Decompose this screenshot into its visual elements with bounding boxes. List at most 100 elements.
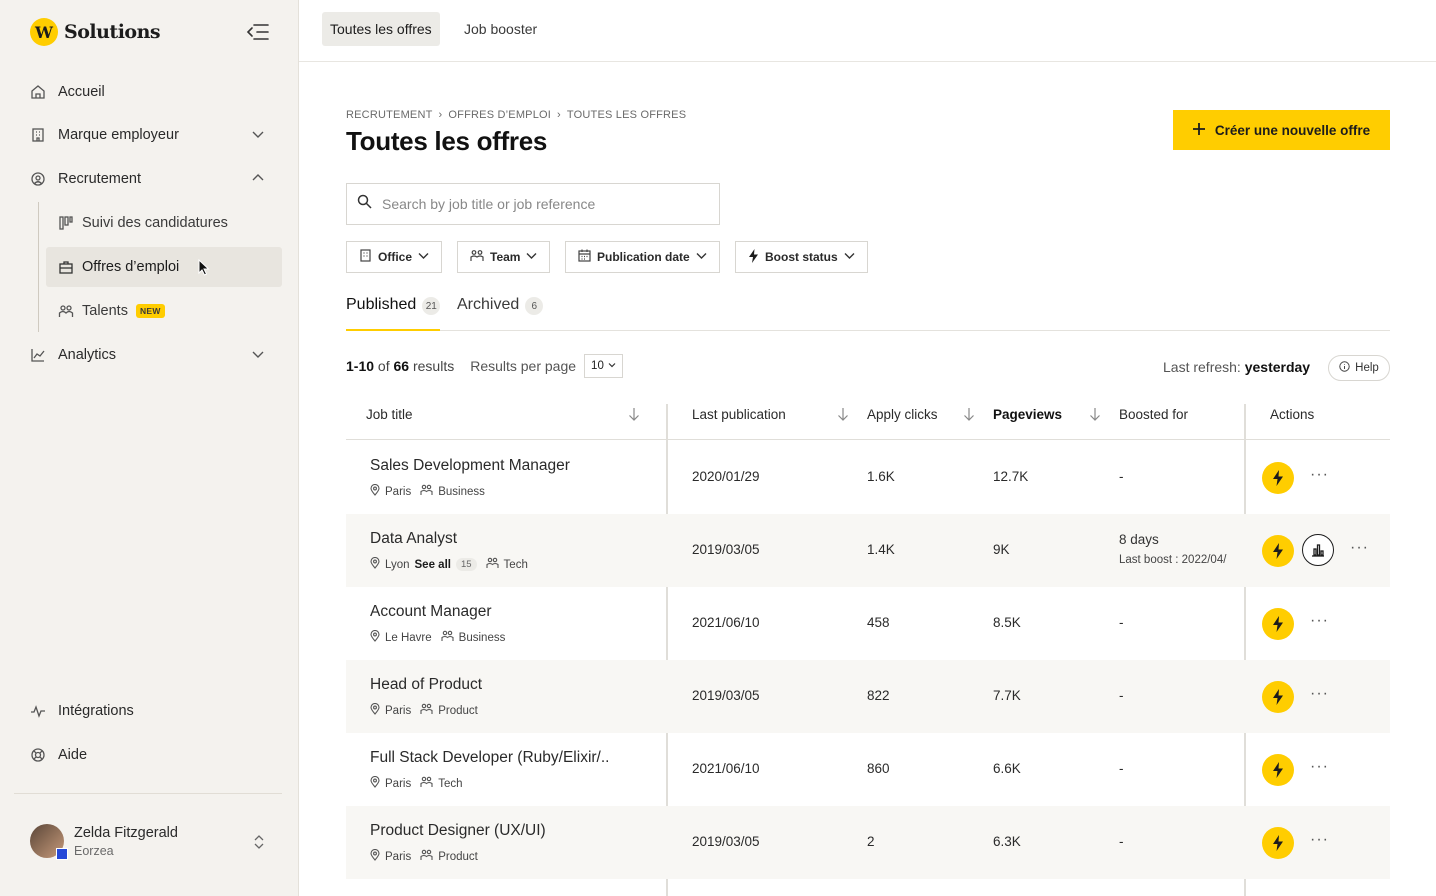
pageviews: 7.7K [993,688,1021,703]
see-all-locations-link[interactable]: See all [415,559,451,571]
job-team: Product [438,850,478,863]
table-row[interactable]: Full Stack Developer (Ruby/Elixir/.. Par… [346,733,1390,806]
col-job-title[interactable]: Job title [366,407,413,422]
filter-team[interactable]: Team [457,241,551,273]
boost-button[interactable] [1262,754,1294,786]
job-location: Paris [385,704,412,717]
search-box [346,183,720,225]
lifebuoy-icon [30,747,46,763]
col-pageviews[interactable]: Pageviews [993,407,1062,422]
boost-button[interactable] [1262,608,1294,640]
boost-button[interactable] [1262,462,1294,494]
job-title[interactable]: Full Stack Developer (Ruby/Elixir/.. [370,749,609,767]
people-icon [58,303,74,319]
last-publication: 2021/06/10 [692,761,760,776]
results-of: of [377,358,390,374]
col-last-publication[interactable]: Last publication [692,407,786,422]
apply-clicks: 1.6K [867,469,895,484]
sidebar-subitem-talents[interactable]: Talents NEW [46,291,282,331]
chevron-up-icon [252,172,264,184]
user-profile[interactable]: Zelda Fitzgerald Eorzea [30,824,178,860]
more-actions-icon[interactable]: ··· [1310,466,1329,484]
sidebar-item-label: Intégrations [58,703,134,719]
team-icon [485,557,499,572]
sidebar-item-analytics[interactable]: Analytics [30,335,282,375]
sidebar-item-recrutement[interactable]: Recrutement [30,159,282,199]
table-row[interactable]: Product Designer (UX/UI) Paris Product 2… [346,806,1390,879]
sidebar-item-integrations[interactable]: Intégrations [30,691,282,731]
last-publication: 2019/03/05 [692,834,760,849]
job-team: Business [438,485,485,498]
more-actions-icon[interactable]: ··· [1310,831,1329,849]
chart-icon [30,347,46,363]
top-tabs-bar: Toutes les offres Job booster [299,0,1436,62]
filter-boost-status[interactable]: Boost status [735,241,868,273]
job-title[interactable]: Data Analyst [370,530,457,548]
job-title[interactable]: Sales Development Manager [370,457,570,475]
apply-clicks: 860 [867,761,890,776]
pageviews: 6.6K [993,761,1021,776]
sort-arrow-icon[interactable] [963,407,975,421]
boosted-for: - [1119,469,1124,484]
submenu-guide-line [38,202,39,332]
more-actions-icon[interactable]: ··· [1310,612,1329,630]
create-offer-label: Créer une nouvelle offre [1214,122,1371,138]
boost-button[interactable] [1262,535,1294,567]
boost-stats-button[interactable] [1302,534,1334,566]
boost-button[interactable] [1262,681,1294,713]
job-title[interactable]: Product Designer (UX/UI) [370,822,546,840]
chevron-updown-icon[interactable] [252,833,266,851]
boosted-for: - [1119,615,1124,630]
create-offer-button[interactable]: Créer une nouvelle offre [1173,110,1390,150]
pin-icon [370,848,380,864]
tab-published[interactable]: Published 21 [346,296,441,331]
tab-archived[interactable]: Archived 6 [457,296,544,331]
filter-label: Boost status [765,250,838,264]
job-location: Lyon [385,558,410,571]
breadcrumb-item[interactable]: OFFRES D’EMPLOI [448,109,551,121]
sidebar-subitem-offres-emploi[interactable]: Offres d’emploi [46,247,282,287]
sort-arrow-icon[interactable] [837,407,849,421]
sidebar-item-aide[interactable]: Aide [30,735,282,775]
boosted-for: 8 days [1119,532,1159,547]
col-apply-clicks[interactable]: Apply clicks [867,407,938,422]
more-actions-icon[interactable]: ··· [1310,685,1329,703]
breadcrumb-item[interactable]: RECRUTEMENT [346,109,433,121]
help-button[interactable]: Help [1328,355,1390,381]
sort-arrow-icon[interactable] [1089,407,1101,421]
pageviews: 6.3K [993,834,1021,849]
job-title[interactable]: Account Manager [370,603,492,621]
results-range: 1-10 [346,358,375,374]
pin-icon [370,483,380,499]
table-row[interactable]: Head of Product Paris Product 2019/03/05… [346,660,1390,733]
filter-office[interactable]: Office [346,241,443,273]
table-row[interactable]: Sales Development Manager Paris Business… [346,441,1390,514]
filter-publication-date[interactable]: Publication date [565,241,720,273]
sidebar-item-marque-employeur[interactable]: Marque employeur [30,115,282,155]
sidebar-subitem-suivi-candidatures[interactable]: Suivi des candidatures [46,203,282,243]
table-row[interactable]: Account Manager Le Havre Business 2021/0… [346,587,1390,660]
sidebar-item-label: Recrutement [58,171,142,187]
tab-job-booster[interactable]: Job booster [456,12,545,46]
tab-toutes-les-offres[interactable]: Toutes les offres [322,12,440,46]
table-row[interactable]: Data Analyst Lyon See all 15 Tech 2019/0… [346,514,1390,587]
job-title[interactable]: Head of Product [370,676,482,694]
pin-icon [370,775,380,791]
more-actions-icon[interactable]: ··· [1310,758,1329,776]
chevron-down-icon [526,250,537,264]
apply-clicks: 458 [867,615,890,630]
sidebar-item-accueil[interactable]: Accueil [30,72,282,112]
col-boosted-for: Boosted for [1119,407,1189,422]
chevron-down-icon [844,250,855,264]
brand-logo[interactable]: W Solutions [30,18,161,46]
refresh-value: yesterday [1244,359,1311,375]
chevron-down-icon [696,250,707,264]
sort-arrow-icon[interactable] [628,407,640,421]
more-actions-icon[interactable]: ··· [1350,539,1369,557]
last-publication: 2019/03/05 [692,688,760,703]
per-page-select[interactable]: 10 [584,354,623,378]
boost-button[interactable] [1262,827,1294,859]
boosted-for: - [1119,688,1124,703]
search-input[interactable] [382,196,702,212]
collapse-sidebar-icon[interactable] [246,21,270,43]
